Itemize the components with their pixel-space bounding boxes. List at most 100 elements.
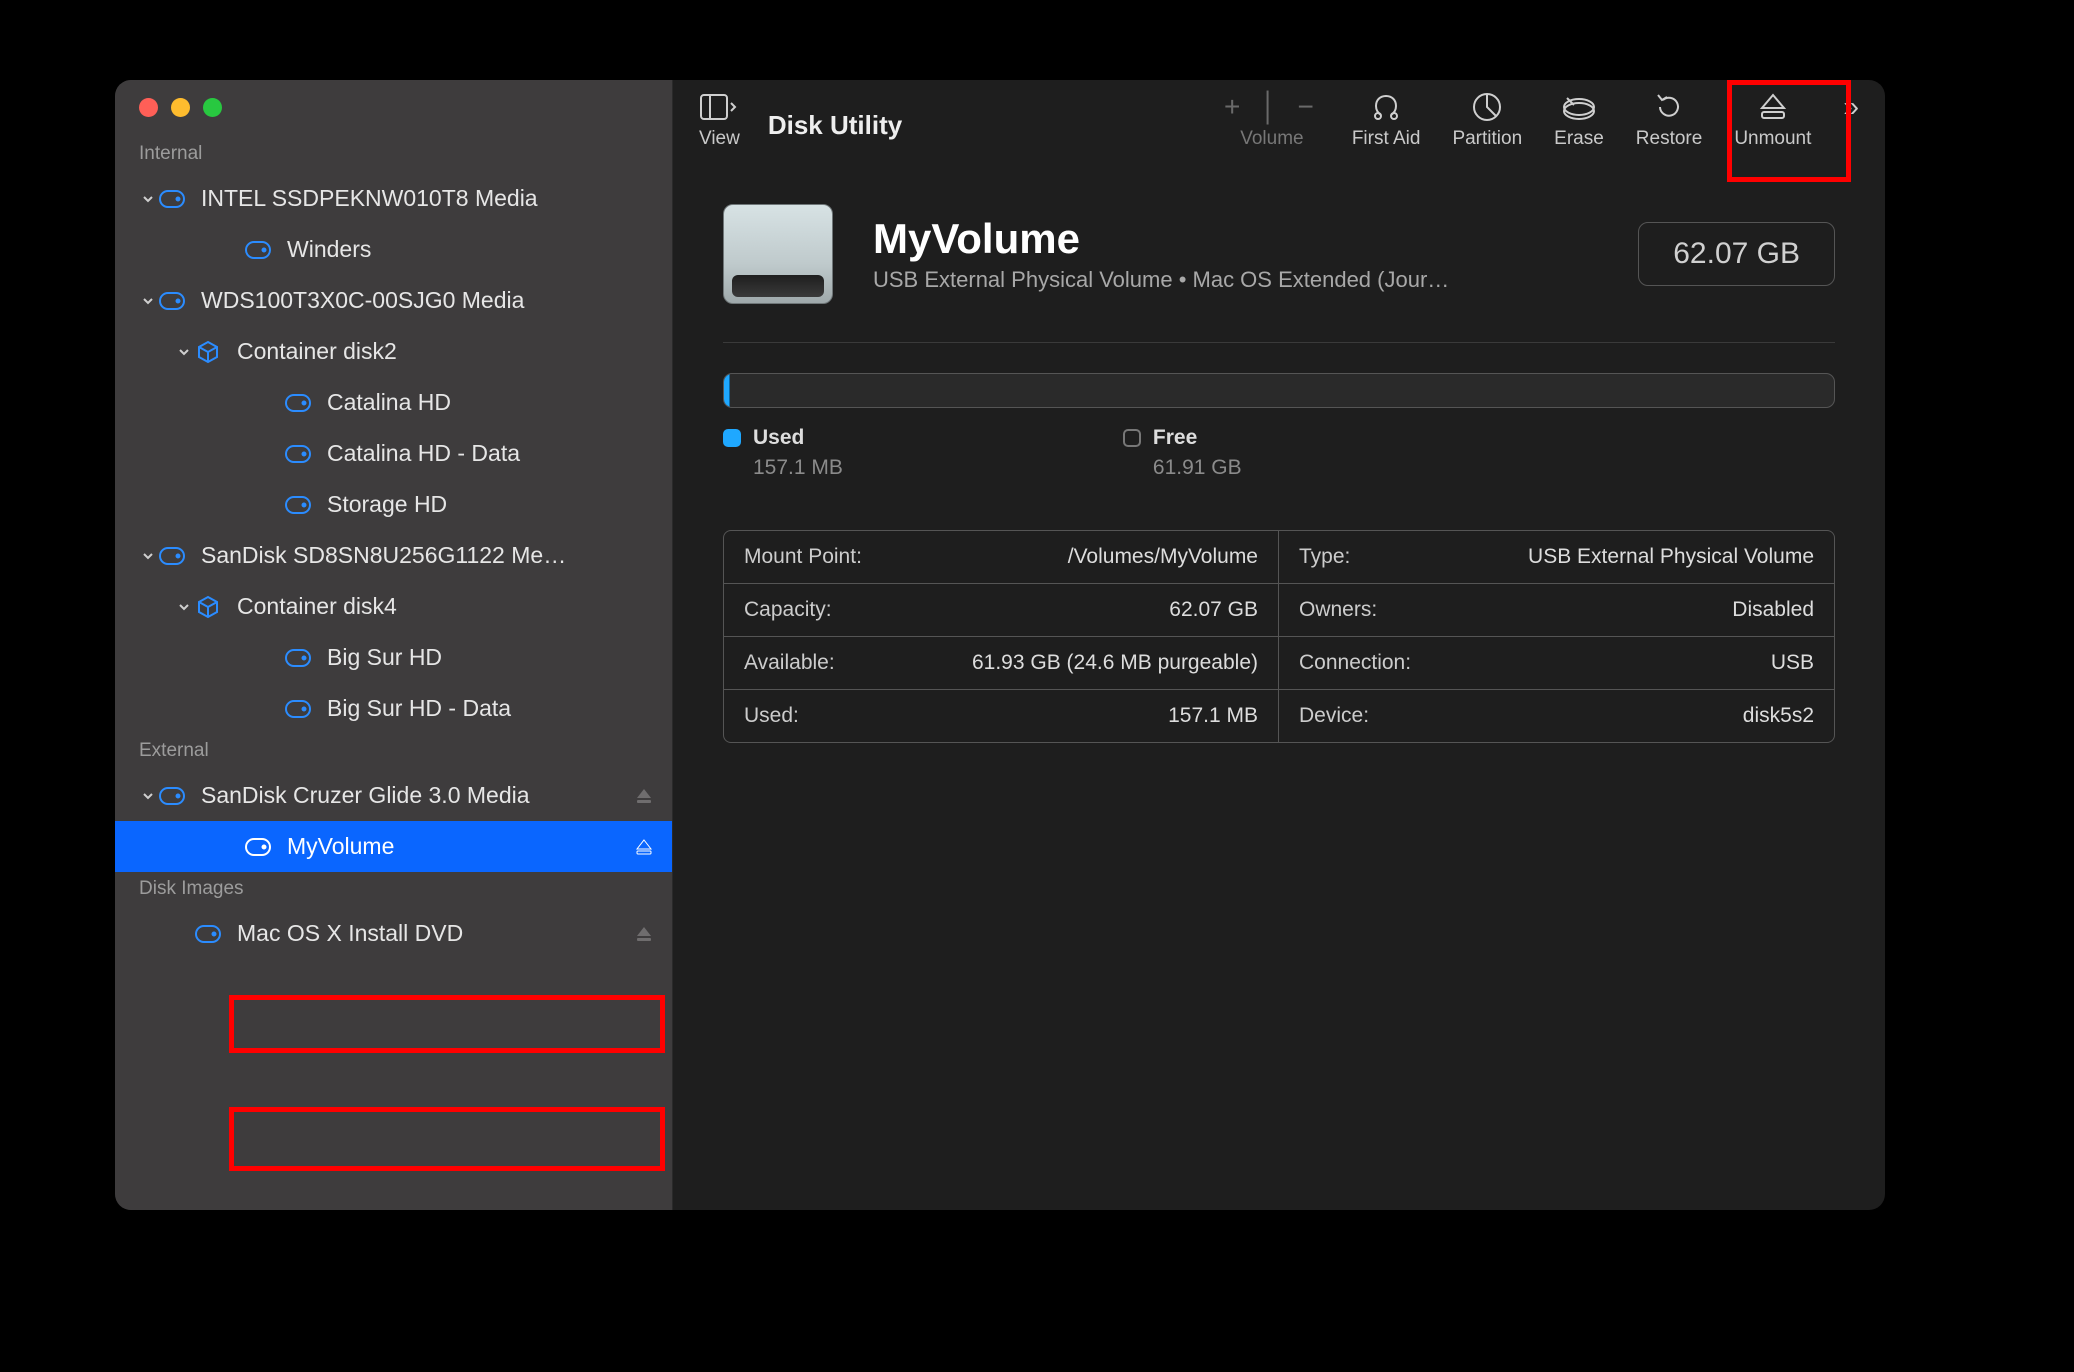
info-value: disk5s2 xyxy=(1743,704,1814,728)
partition-button[interactable]: Partition xyxy=(1452,90,1522,150)
info-cell: Owners:Disabled xyxy=(1279,584,1834,637)
unmount-icon xyxy=(1759,90,1787,124)
chevron-down-icon xyxy=(139,294,157,308)
usage-bar xyxy=(723,373,1835,408)
section-disk-images: Disk Images xyxy=(115,872,672,908)
sidebar-item-sandisk-cruzer-glide-3-0-media[interactable]: SanDisk Cruzer Glide 3.0 Media xyxy=(115,770,672,821)
restore-icon xyxy=(1654,90,1684,124)
sidebar-item-catalina-hd[interactable]: Catalina HD xyxy=(115,377,672,428)
plus-minus-icon: + │ − xyxy=(1224,90,1320,124)
partition-icon xyxy=(1472,90,1502,124)
usage-used-segment xyxy=(724,374,730,407)
first-aid-button[interactable]: First Aid xyxy=(1352,90,1421,150)
volume-label: Volume xyxy=(1240,128,1303,150)
sidebar-item-intel-ssdpeknw010t8-media[interactable]: INTEL SSDPEKNW010T8 Media xyxy=(115,173,672,224)
first-aid-label: First Aid xyxy=(1352,128,1421,150)
info-value: 157.1 MB xyxy=(1168,704,1258,728)
disk-icon xyxy=(193,923,223,945)
eject-icon[interactable] xyxy=(634,786,654,806)
erase-button[interactable]: Erase xyxy=(1554,90,1604,150)
info-cell: Connection:USB xyxy=(1279,637,1834,690)
info-key: Capacity: xyxy=(744,598,832,622)
info-key: Mount Point: xyxy=(744,545,862,569)
erase-label: Erase xyxy=(1554,128,1604,150)
toolbar: View Disk Utility + │ − Volume xyxy=(673,80,1885,170)
sidebar-item-mac-os-x-install-dvd[interactable]: Mac OS X Install DVD xyxy=(115,908,672,959)
container-icon xyxy=(193,595,223,619)
container-icon xyxy=(193,340,223,364)
app-title: Disk Utility xyxy=(768,110,902,141)
main-panel: View Disk Utility + │ − Volume xyxy=(673,80,1885,1210)
disk-icon xyxy=(157,785,187,807)
overflow-button[interactable]: » xyxy=(1843,90,1859,124)
sidebar-item-label: WDS100T3X0C-00SJG0 Media xyxy=(201,287,672,314)
sidebar-item-sandisk-sd8sn8u256g1122-me[interactable]: SanDisk SD8SN8U256G1122 Me… xyxy=(115,530,672,581)
disk-icon xyxy=(283,443,313,465)
info-key: Type: xyxy=(1299,545,1350,569)
sidebar-item-myvolume[interactable]: MyVolume xyxy=(115,821,672,872)
divider xyxy=(723,342,1835,343)
legend-used: Used 157.1 MB xyxy=(723,426,843,480)
volume-subtitle: USB External Physical Volume • Mac OS Ex… xyxy=(873,267,1449,293)
info-key: Used: xyxy=(744,704,799,728)
chevrons-right-icon: » xyxy=(1843,90,1859,124)
info-key: Connection: xyxy=(1299,651,1411,675)
disk-icon xyxy=(157,188,187,210)
info-key: Device: xyxy=(1299,704,1369,728)
info-table: Mount Point: /Volumes/MyVolume Capacity: 62… xyxy=(723,530,1835,743)
info-cell: Mount Point: /Volumes/MyVolume xyxy=(724,531,1278,584)
legend-free-label: Free xyxy=(1153,426,1197,450)
fullscreen-icon[interactable] xyxy=(203,98,222,117)
first-aid-icon xyxy=(1370,90,1402,124)
sidebar-item-big-sur-hd-data[interactable]: Big Sur HD - Data xyxy=(115,683,672,734)
restore-button[interactable]: Restore xyxy=(1636,90,1703,150)
tree-external: SanDisk Cruzer Glide 3.0 Media MyVolume xyxy=(115,770,672,872)
disk-icon xyxy=(283,392,313,414)
sidebar-item-winders[interactable]: Winders xyxy=(115,224,672,275)
close-icon[interactable] xyxy=(139,98,158,117)
sidebar-item-label: SanDisk SD8SN8U256G1122 Me… xyxy=(201,542,672,569)
sidebar-item-label: Storage HD xyxy=(327,491,672,518)
minimize-icon[interactable] xyxy=(171,98,190,117)
content: MyVolume USB External Physical Volume • … xyxy=(673,170,1885,743)
section-external: External xyxy=(115,734,672,770)
info-cell: Type: USB External Physical Volume xyxy=(1279,531,1834,584)
info-cell: Device: disk5s2 xyxy=(1279,690,1834,742)
sidebar-item-label: MyVolume xyxy=(287,833,672,860)
sidebar-item-container-disk2[interactable]: Container disk2 xyxy=(115,326,672,377)
sidebar-item-label: SanDisk Cruzer Glide 3.0 Media xyxy=(201,782,672,809)
disk-icon xyxy=(283,647,313,669)
eject-icon[interactable] xyxy=(634,837,654,857)
unmount-button[interactable]: Unmount xyxy=(1734,90,1811,150)
chevron-down-icon xyxy=(139,789,157,803)
sidebar-item-label: Catalina HD xyxy=(327,389,672,416)
restore-label: Restore xyxy=(1636,128,1703,150)
sidebar-item-label: Container disk4 xyxy=(237,593,672,620)
unmount-label: Unmount xyxy=(1734,128,1811,150)
erase-icon xyxy=(1562,90,1596,124)
sidebar-item-label: Container disk2 xyxy=(237,338,672,365)
disk-icon xyxy=(157,545,187,567)
sidebar-item-label: Winders xyxy=(287,236,672,263)
info-value: 62.07 GB xyxy=(1169,598,1258,622)
sidebar-item-wds100t3x0c-00sjg0-media[interactable]: WDS100T3X0C-00SJG0 Media xyxy=(115,275,672,326)
sidebar-item-label: INTEL SSDPEKNW010T8 Media xyxy=(201,185,672,212)
legend-used-value: 157.1 MB xyxy=(753,456,843,480)
swatch-used-icon xyxy=(723,429,741,447)
volume-name: MyVolume xyxy=(873,215,1449,263)
info-cell: Capacity: 62.07 GB xyxy=(724,584,1278,637)
sidebar-item-label: Big Sur HD - Data xyxy=(327,695,672,722)
sidebar-item-storage-hd[interactable]: Storage HD xyxy=(115,479,672,530)
section-internal: Internal xyxy=(115,137,672,173)
eject-icon[interactable] xyxy=(634,924,654,944)
sidebar-icon xyxy=(700,90,738,124)
sidebar-item-container-disk4[interactable]: Container disk4 xyxy=(115,581,672,632)
chevron-down-icon xyxy=(175,345,193,359)
sidebar-item-catalina-hd-data[interactable]: Catalina HD - Data xyxy=(115,428,672,479)
partition-label: Partition xyxy=(1452,128,1522,150)
view-menu[interactable]: View xyxy=(699,90,740,150)
info-value: USB External Physical Volume xyxy=(1528,545,1814,569)
info-key: Available: xyxy=(744,651,835,675)
sidebar-item-big-sur-hd[interactable]: Big Sur HD xyxy=(115,632,672,683)
info-value: /Volumes/MyVolume xyxy=(1068,545,1258,569)
